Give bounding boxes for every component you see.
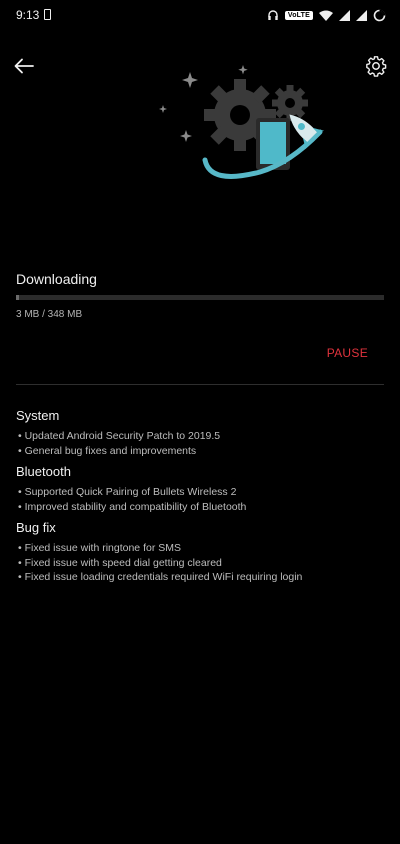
download-progress-fill xyxy=(16,295,20,300)
changelog-item-list: Updated Android Security Patch to 2019.5… xyxy=(16,429,386,458)
phone-notification-icon xyxy=(44,9,51,20)
changelog-item-list: Fixed issue with ringtone for SMSFixed i… xyxy=(16,541,386,585)
changelog-item: Updated Android Security Patch to 2019.5 xyxy=(16,429,386,444)
download-progress-bar xyxy=(16,295,384,300)
changelog-item: Fixed issue loading credentials required… xyxy=(16,570,386,585)
changelog-item: Supported Quick Pairing of Bullets Wirel… xyxy=(16,485,386,500)
battery-icon xyxy=(373,9,386,21)
changelog-item: Improved stability and compatibility of … xyxy=(16,500,386,515)
download-size-text: 3 MB / 348 MB xyxy=(16,309,83,320)
signal-icon-2 xyxy=(356,9,367,21)
status-icons: VoLTE xyxy=(267,6,386,24)
update-illustration xyxy=(159,65,325,179)
gear-icon xyxy=(366,56,387,77)
pause-button[interactable]: PAUSE xyxy=(327,346,368,360)
headphones-icon xyxy=(268,10,278,20)
volte-badge: VoLTE xyxy=(284,10,313,20)
back-button[interactable] xyxy=(8,52,40,80)
changelog-section-title: Bug fix xyxy=(16,520,56,535)
divider xyxy=(16,384,384,385)
wifi-icon xyxy=(319,10,333,21)
settings-button[interactable] xyxy=(360,51,392,81)
changelog-item-list: Supported Quick Pairing of Bullets Wirel… xyxy=(16,485,386,514)
changelog-item: General bug fixes and improvements xyxy=(16,444,386,459)
changelog-item: Fixed issue with speed dial getting clea… xyxy=(16,556,386,571)
changelog-section-title: System xyxy=(16,408,60,423)
signal-icon xyxy=(339,9,350,21)
changelog-item: Fixed issue with ringtone for SMS xyxy=(16,541,386,556)
changelog: System Updated Android Security Patch to … xyxy=(16,408,386,591)
arrow-left-icon xyxy=(14,58,34,74)
status-time: 9:13 xyxy=(16,8,40,22)
changelog-section-title: Bluetooth xyxy=(16,464,71,479)
download-status-title: Downloading xyxy=(16,271,97,287)
status-bar: 9:13 VoLTE xyxy=(0,0,400,30)
